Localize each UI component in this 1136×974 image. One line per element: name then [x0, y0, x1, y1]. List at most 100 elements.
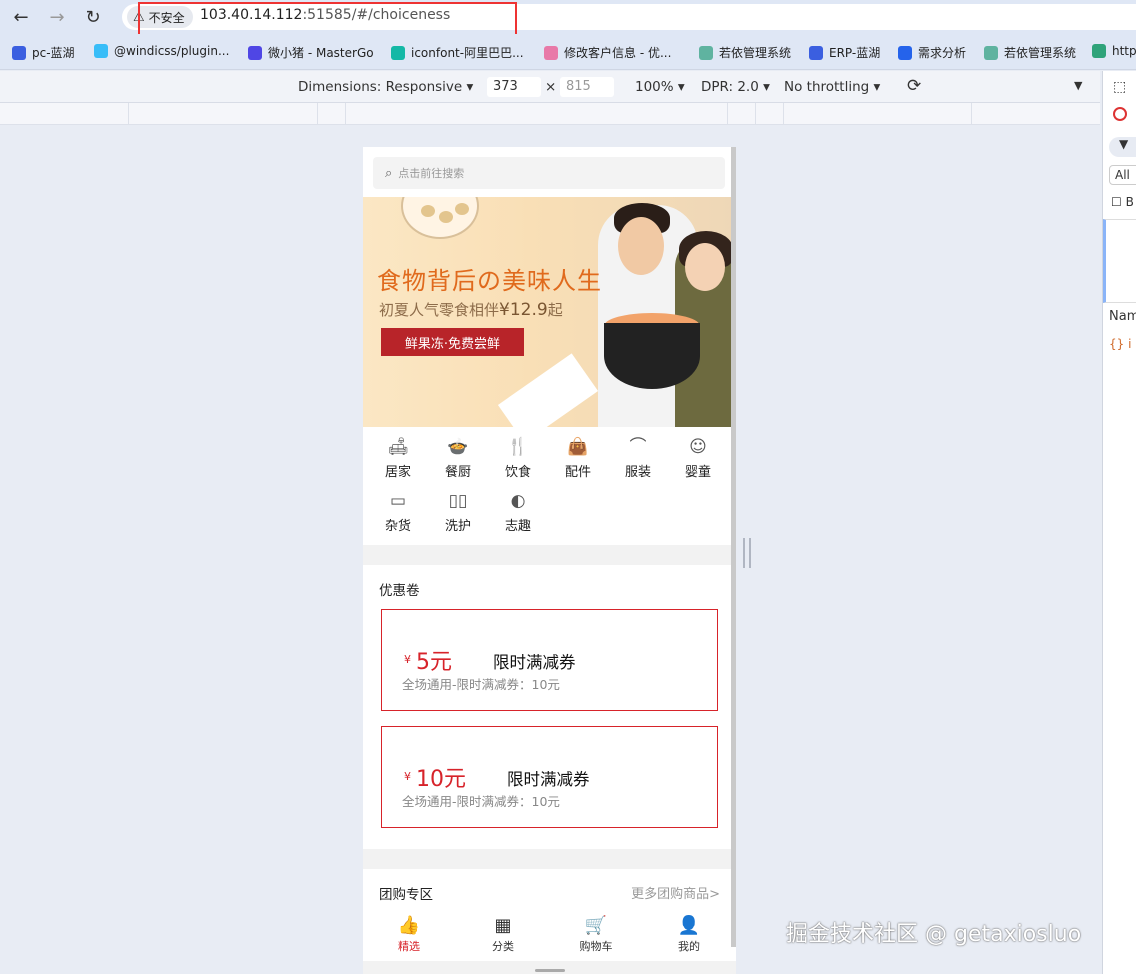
cart-icon: 🛒 [584, 915, 608, 936]
banner-title: 食物背后の美味人生 [377, 267, 602, 295]
zoom-select[interactable]: 100% ▾ [635, 79, 685, 95]
category-item[interactable]: 🍲 餐厨 [430, 435, 486, 485]
category-label: 杂货 [384, 519, 411, 534]
panel-checkbox-row[interactable]: ☐ B [1111, 195, 1134, 209]
bookmark-item[interactable]: 微小猪 - MasterGo [248, 44, 374, 61]
height-input[interactable]: 815 [560, 77, 614, 97]
media-query-ruler [0, 103, 1100, 125]
category-label: 居家 [384, 465, 411, 480]
search-placeholder: 点击前往搜索 [398, 167, 465, 180]
group-buy-title: 团购专区 [379, 887, 433, 903]
bookmark-item[interactable]: @windicss/plugin... [94, 44, 229, 58]
rotate-icon[interactable]: ⟳ [907, 76, 921, 96]
dpr-select[interactable]: DPR: 2.0 ▾ [701, 79, 770, 95]
bookmark-icon [391, 45, 405, 60]
throttle-select[interactable]: No throttling ▾ [784, 79, 880, 95]
banner-subtitle: 初夏人气零食相伴¥12.9起 [379, 300, 563, 320]
tab-category[interactable]: ▦ 分类 [473, 915, 533, 954]
timeline [1103, 219, 1136, 303]
dimensions-select[interactable]: Dimensions: Responsive ▾ [298, 79, 473, 95]
group-buy-more-link[interactable]: 更多团购商品> [631, 883, 720, 902]
thumbs-up-icon: 👍 [397, 915, 421, 936]
times-symbol: × [545, 79, 557, 95]
coupon-currency: ¥ [404, 653, 411, 666]
inspect-icon[interactable]: ⬚ [1113, 79, 1126, 95]
category-item[interactable]: ▯▯ 洗护 [430, 489, 486, 539]
panel-checkbox-label: B [1125, 195, 1134, 209]
filter-all[interactable]: All [1109, 165, 1136, 185]
bookmark-item[interactable]: ERP-蓝湖 [809, 44, 880, 61]
coupon-amount: 5元 [416, 650, 452, 675]
category-grid: 🛋 居家 🍲 餐厨 🍴 饮食 👜 配件 ⌒ 服装 ☺ 婴童 ▭ 杂货 ▯▯ 洗护 ◐ 志趣 [363, 427, 736, 545]
grid-icon: ▦ [494, 915, 512, 936]
category-item[interactable]: ⌒ 服装 [610, 435, 666, 485]
coupon-name: 限时满减券 [507, 770, 590, 789]
coupon-section: 优惠卷 ¥ 5元 限时满减券 全场通用-限时满减券：10元 ¥ 10元 限时满减… [363, 565, 736, 849]
width-input[interactable]: 373 [487, 77, 541, 97]
category-label: 志趣 [504, 519, 531, 534]
bookmark-label: @windicss/plugin... [114, 44, 230, 58]
more-options-icon[interactable]: ▼ [1074, 79, 1082, 92]
pot-icon: 🍲 [447, 437, 469, 457]
category-label: 配件 [564, 465, 591, 480]
back-arrow-icon[interactable]: ← [9, 5, 33, 29]
forward-arrow-icon[interactable]: → [45, 5, 69, 29]
category-item[interactable]: 🛋 居家 [370, 435, 426, 485]
bookmark-item[interactable]: pc-蓝湖 [12, 44, 75, 61]
coupon-name: 限时满减券 [493, 653, 576, 672]
bookmark-icon [12, 45, 26, 60]
tab-choiceness[interactable]: 👍 精选 [379, 915, 439, 954]
tab-cart[interactable]: 🛒 购物车 [566, 915, 626, 954]
tab-mine[interactable]: 👤 我的 [659, 915, 719, 954]
bottom-tab-bar: 👍 精选 ▦ 分类 🛒 购物车 👤 我的 [363, 909, 736, 961]
bookmark-label: pc-蓝湖 [32, 46, 75, 60]
category-label: 洗护 [444, 519, 471, 534]
bookmark-item[interactable]: 修改客户信息 - 优... [544, 44, 671, 61]
category-label: 饮食 [504, 465, 531, 480]
coupon-card[interactable]: ¥ 10元 限时满减券 全场通用-限时满减券：10元 [381, 726, 718, 828]
banner-cta-button[interactable]: 鲜果冻·免费尝鲜 [381, 328, 524, 356]
request-row[interactable]: {} i [1109, 337, 1131, 351]
bookmark-item[interactable]: iconfont-阿里巴巴... [391, 44, 524, 61]
bookmarks-bar: pc-蓝湖 @windicss/plugin... 微小猪 - MasterGo… [0, 34, 1136, 70]
bookmark-item[interactable]: 若依管理系统 [984, 44, 1076, 61]
bookmark-icon [809, 45, 823, 60]
user-icon: 👤 [677, 915, 701, 936]
promo-banner[interactable]: 食物背后の美味人生 初夏人气零食相伴¥12.9起 鲜果冻·免费尝鲜 [363, 197, 736, 427]
category-item[interactable]: ▭ 杂货 [370, 489, 426, 539]
search-input[interactable]: ⌕ 点击前往搜索 [373, 157, 725, 189]
utensils-icon: 🍴 [507, 437, 529, 457]
watermark: 掘金技术社区 @ getaxiosluo [786, 922, 1082, 947]
hanger-icon: ⌒ [629, 437, 647, 457]
bookmark-icon [898, 45, 912, 60]
group-buy-section: 团购专区 更多团购商品> [363, 869, 736, 909]
coupon-amount: 10元 [416, 767, 466, 792]
mobile-viewport: ⌕ 点击前往搜索 食物背后の美味人生 初夏人气零食相伴¥12.9起 鲜果冻·免费… [363, 147, 736, 974]
category-label: 餐厨 [444, 465, 471, 480]
coupon-card[interactable]: ¥ 5元 限时满减券 全场通用-限时满减券：10元 [381, 609, 718, 711]
bookmark-item[interactable]: http [1092, 44, 1136, 58]
bookmark-icon [544, 45, 558, 60]
bookmark-label: 需求分析 [918, 46, 967, 60]
bookmark-icon [94, 44, 108, 58]
bookmark-label: 修改客户信息 - 优... [564, 46, 672, 60]
resize-handle[interactable] [743, 538, 751, 568]
bookmark-item[interactable]: 需求分析 [898, 44, 966, 61]
food-paper-image [497, 353, 599, 427]
bookmark-item[interactable]: 若依管理系统 [699, 44, 791, 61]
record-icon[interactable] [1113, 107, 1127, 121]
tab-label: 购物车 [579, 940, 613, 953]
category-item[interactable]: ◐ 志趣 [490, 489, 546, 539]
category-item[interactable]: ☺ 婴童 [670, 435, 726, 485]
filter-icon[interactable]: ▼ [1109, 137, 1136, 157]
category-item[interactable]: 🍴 饮食 [490, 435, 546, 485]
bookmark-label: 微小猪 - MasterGo [268, 46, 374, 60]
name-column-header: Nam [1109, 309, 1136, 324]
reload-icon[interactable]: ↻ [81, 5, 105, 29]
viewport-scrollbar[interactable] [731, 147, 736, 947]
bookmark-label: ERP-蓝湖 [829, 46, 881, 60]
tab-label: 精选 [398, 940, 420, 953]
tab-label: 分类 [492, 940, 514, 953]
bottles-icon: ▯▯ [448, 491, 468, 511]
category-item[interactable]: 👜 配件 [550, 435, 606, 485]
